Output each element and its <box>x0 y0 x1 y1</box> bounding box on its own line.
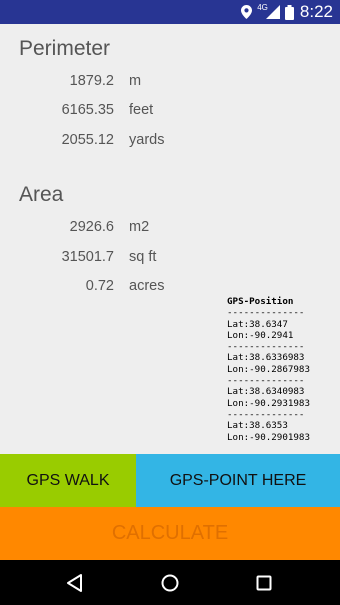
gps-point-lon: Lon:-90.2931983 <box>227 397 310 409</box>
perimeter-feet-unit: feet <box>129 102 154 118</box>
area-row-sqft: 31501.7 sq ft <box>0 249 340 269</box>
perimeter-row-feet: 6165.35 feet <box>0 102 340 122</box>
perimeter-m-value: 1879.2 <box>69 73 114 89</box>
gps-point-lat: Lat:38.6336983 <box>227 352 305 364</box>
gps-point-lat: Lat:38.6347 <box>227 318 288 330</box>
gps-point-lat: Lat:38.6340983 <box>227 386 305 398</box>
perimeter-title: Perimeter <box>19 37 111 60</box>
gps-point-lon: Lon:-90.2941 <box>227 329 294 341</box>
area-sqft-unit: sq ft <box>129 249 157 265</box>
area-m2-unit: m2 <box>129 219 150 235</box>
calculate-button[interactable]: CALCULATE <box>0 507 340 560</box>
area-row-acres: 0.72 acres <box>0 278 340 298</box>
gps-log-header: GPS-Position <box>227 296 294 307</box>
perimeter-row-m: 1879.2 m <box>0 73 340 93</box>
area-title: Area <box>19 183 64 206</box>
area-acres-value: 0.72 <box>85 278 114 294</box>
perimeter-yards-value: 2055.12 <box>61 132 114 148</box>
network-type-label: 4G <box>257 2 268 12</box>
gps-position-log: GPS-Position -------------- Lat:38.6347 … <box>227 296 322 443</box>
navigation-bar <box>0 560 340 605</box>
location-pin-icon <box>241 5 253 19</box>
gps-walk-button[interactable]: GPS WALK <box>0 454 136 507</box>
area-row-m2: 2926.6 m2 <box>0 219 340 239</box>
area-sqft-value: 31501.7 <box>61 249 114 265</box>
recents-icon[interactable] <box>251 570 277 596</box>
gps-log-separator: -------------- <box>227 341 305 353</box>
signal-icon: 4G <box>257 2 280 19</box>
gps-log-separator: -------------- <box>227 375 305 387</box>
gps-point-lon: Lon:-90.2901983 <box>227 431 310 443</box>
area-acres-unit: acres <box>129 278 165 294</box>
gps-point-lon: Lon:-90.2867983 <box>227 363 310 375</box>
back-icon[interactable] <box>62 570 88 596</box>
gps-log-separator: -------------- <box>227 408 305 420</box>
perimeter-yards-unit: yards <box>129 132 165 148</box>
area-m2-value: 2926.6 <box>69 219 114 235</box>
home-icon[interactable] <box>157 570 183 596</box>
gps-log-separator: -------------- <box>227 307 305 319</box>
gps-point-here-button[interactable]: GPS-POINT HERE <box>136 454 340 507</box>
status-bar: 4G 8:22 <box>0 0 340 24</box>
perimeter-row-yards: 2055.12 yards <box>0 132 340 152</box>
perimeter-m-unit: m <box>129 73 142 89</box>
battery-icon <box>284 4 294 20</box>
gps-point-lat: Lat:38.6353 <box>227 420 288 432</box>
clock: 8:22 <box>299 2 333 21</box>
perimeter-feet-value: 6165.35 <box>61 102 114 118</box>
